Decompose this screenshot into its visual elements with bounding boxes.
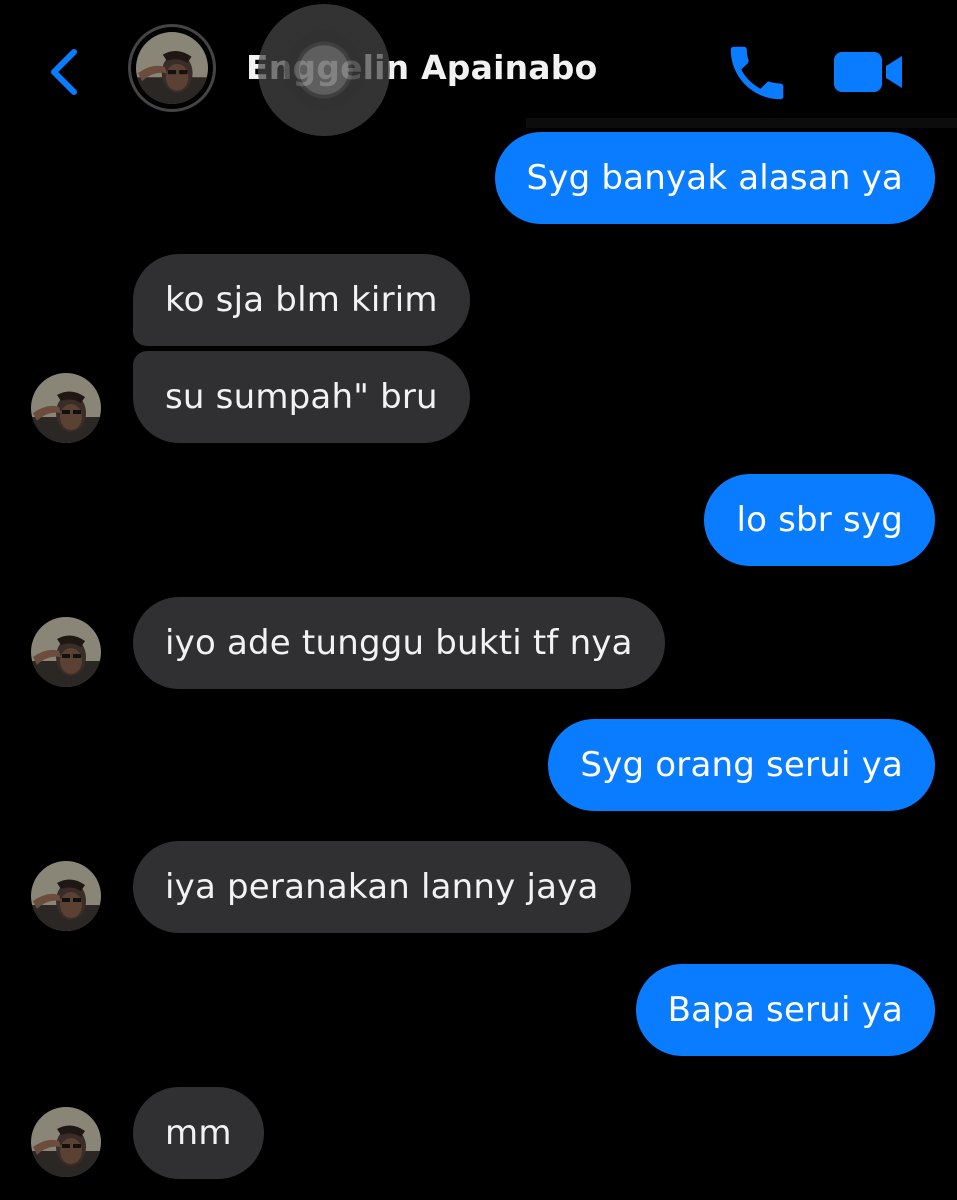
- avatar-image: [31, 617, 101, 687]
- message-text: ko sja blm kirim: [165, 280, 438, 320]
- video-call-button[interactable]: [830, 46, 906, 98]
- avatar-image: [136, 32, 208, 104]
- message-bubble-sent[interactable]: Syg banyak alasan ya: [494, 132, 935, 224]
- message-bubble-sent[interactable]: Bapa serui ya: [635, 964, 935, 1056]
- message-bubble-sent[interactable]: Syg orang serui ya: [548, 719, 935, 811]
- message-text: Syg banyak alasan ya: [526, 158, 903, 198]
- sender-avatar[interactable]: [31, 1107, 101, 1177]
- message-bubble-received[interactable]: iyo ade tunggu bukti tf nya: [133, 597, 665, 689]
- assistive-touch-button[interactable]: [258, 4, 390, 136]
- chat-header: Enggelin Apainabo: [0, 0, 957, 136]
- message-text: lo sbr syg: [736, 500, 903, 540]
- avatar-image: [31, 861, 101, 931]
- avatar-image: [31, 1107, 101, 1177]
- sender-avatar[interactable]: [31, 861, 101, 931]
- message-text: mm: [165, 1113, 232, 1153]
- audio-call-button[interactable]: [722, 38, 792, 108]
- video-camera-icon: [834, 52, 902, 92]
- chevron-left-icon: [51, 49, 77, 95]
- phone-icon: [730, 46, 784, 100]
- message-text: Syg orang serui ya: [580, 745, 903, 785]
- message-bubble-received[interactable]: su sumpah" bru: [133, 351, 470, 443]
- message-bubble-sent[interactable]: lo sbr syg: [704, 474, 935, 566]
- message-bubble-received[interactable]: ko sja blm kirim: [133, 254, 470, 346]
- avatar-image: [31, 373, 101, 443]
- message-text: iya peranakan lanny jaya: [165, 867, 599, 907]
- sender-avatar[interactable]: [31, 617, 101, 687]
- message-bubble-received[interactable]: mm: [133, 1087, 264, 1179]
- message-text: su sumpah" bru: [165, 377, 438, 417]
- sender-avatar[interactable]: [31, 373, 101, 443]
- message-text: iyo ade tunggu bukti tf nya: [165, 623, 633, 663]
- header-divider: [526, 118, 957, 128]
- message-bubble-received[interactable]: iya peranakan lanny jaya: [133, 841, 631, 933]
- message-text: Bapa serui ya: [667, 990, 903, 1030]
- contact-avatar[interactable]: [136, 32, 208, 104]
- back-button[interactable]: [38, 40, 94, 104]
